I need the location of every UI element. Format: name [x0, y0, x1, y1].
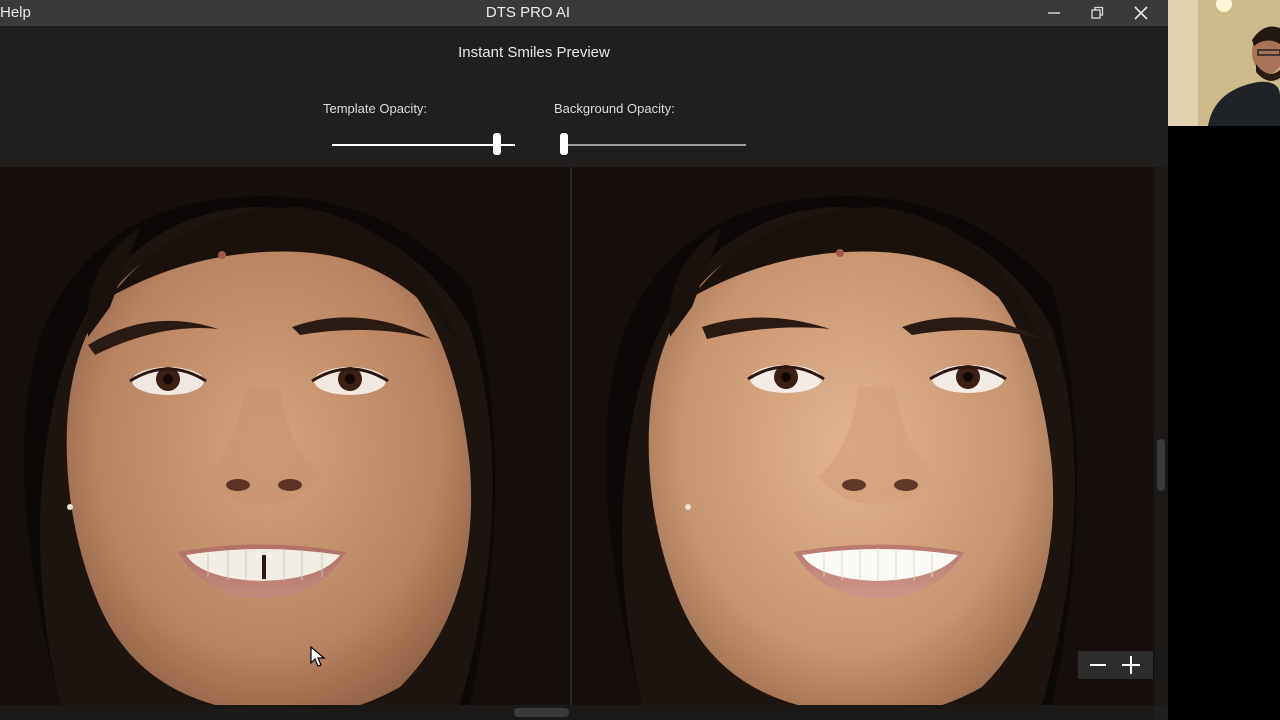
background-opacity-slider[interactable]: [560, 132, 746, 158]
mouse-cursor-icon: [310, 646, 326, 667]
slider-thumb[interactable]: [560, 133, 568, 155]
slider-track[interactable]: [560, 144, 746, 146]
restore-button[interactable]: [1075, 0, 1119, 26]
minimize-icon: [1048, 12, 1060, 14]
scrollbar-thumb[interactable]: [514, 708, 569, 717]
restore-icon: [1091, 6, 1104, 19]
template-opacity-label: Template Opacity:: [323, 101, 428, 116]
background-opacity-label: Background Opacity:: [554, 101, 675, 116]
scrollbar-thumb[interactable]: [1157, 439, 1165, 491]
minus-icon: [1090, 664, 1106, 666]
close-icon: [1134, 6, 1148, 20]
window-title: DTS PRO AI: [485, 4, 571, 21]
app-window: Help DTS PRO AI Instant Smiles Preview T…: [0, 0, 1168, 720]
preview-title: Instant Smiles Preview: [458, 44, 610, 61]
minimize-button[interactable]: [1032, 0, 1076, 26]
plus-icon: [1122, 656, 1140, 674]
comparison-viewer[interactable]: [0, 167, 1154, 705]
vertical-scrollbar[interactable]: [1154, 167, 1168, 705]
after-photo: [572, 167, 1154, 705]
close-button[interactable]: [1119, 0, 1163, 26]
zoom-out-button[interactable]: [1080, 651, 1116, 679]
slider-thumb[interactable]: [492, 133, 501, 155]
before-photo: [0, 167, 570, 705]
title-bar: Help DTS PRO AI: [0, 0, 1168, 26]
zoom-in-button[interactable]: [1114, 651, 1150, 679]
horizontal-scrollbar[interactable]: [0, 705, 1154, 720]
template-opacity-slider[interactable]: [332, 132, 515, 158]
slider-track[interactable]: [332, 144, 515, 146]
zoom-controls: [1078, 651, 1153, 679]
webcam-overlay: [1168, 0, 1280, 126]
